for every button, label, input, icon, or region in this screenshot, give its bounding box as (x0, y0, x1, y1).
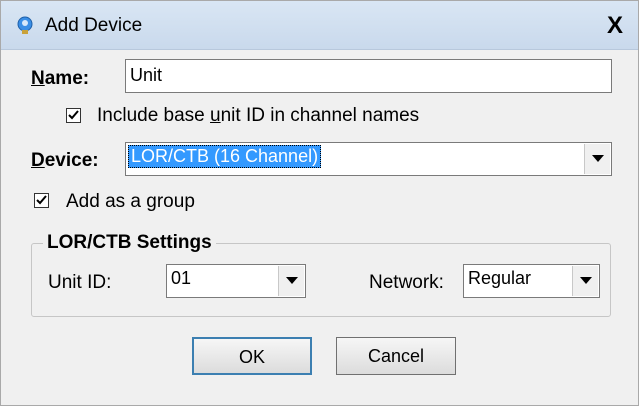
lightbulb-icon (17, 16, 33, 34)
device-dropdown[interactable]: LOR/CTB (16 Channel) (125, 142, 612, 176)
chevron-down-icon (286, 277, 298, 284)
chevron-down-icon (580, 277, 592, 284)
network-dropdown-button[interactable] (572, 266, 598, 296)
add-as-group-checkbox[interactable] (34, 193, 49, 208)
network-value: Regular (468, 268, 532, 288)
name-label: Name: (31, 68, 90, 89)
device-selected-value: LOR/CTB (16 Channel) (128, 145, 322, 168)
checkmark-icon (36, 195, 47, 205)
add-as-group-label: Add as a group (66, 191, 195, 212)
device-label: Device: (31, 150, 99, 171)
close-icon: X (606, 12, 623, 39)
add-device-dialog: Add Device X Name: Unit Include base uni… (0, 0, 639, 406)
checkmark-icon (68, 110, 79, 120)
close-button[interactable]: X (599, 11, 631, 41)
title-bar: Add Device X (1, 1, 638, 50)
unit-id-dropdown-button[interactable] (278, 266, 304, 296)
include-unit-id-checkbox[interactable] (66, 108, 81, 123)
include-unit-id-label: Include base unit ID in channel names (97, 105, 420, 126)
dialog-title: Add Device (45, 15, 143, 36)
device-dropdown-button[interactable] (584, 144, 610, 174)
cancel-button[interactable]: Cancel (336, 337, 456, 375)
ok-button[interactable]: OK (192, 337, 312, 375)
chevron-down-icon (592, 155, 604, 162)
name-input[interactable]: Unit (125, 59, 612, 93)
network-dropdown[interactable]: Regular (463, 264, 600, 298)
unit-id-label: Unit ID: (48, 272, 112, 293)
settings-group-title: LOR/CTB Settings (43, 232, 216, 254)
network-label: Network: (369, 272, 444, 293)
unit-id-dropdown[interactable]: 01 (166, 264, 306, 298)
unit-id-value: 01 (171, 268, 192, 288)
